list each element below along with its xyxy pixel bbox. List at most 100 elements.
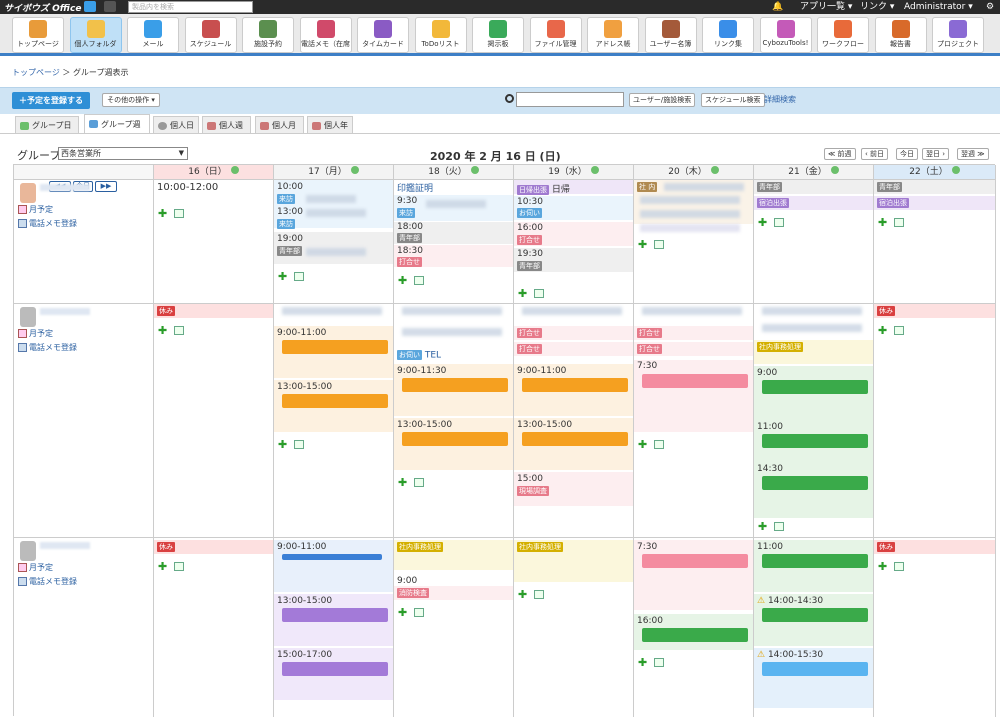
user-search-button[interactable]: ユーザー/施設検索 bbox=[629, 93, 696, 107]
tab-personal-year[interactable]: 個人年 bbox=[307, 116, 353, 134]
app-1[interactable]: トップページ bbox=[12, 17, 64, 53]
schedule-time[interactable]: 13:00-15:00 bbox=[277, 596, 332, 606]
schedule-time[interactable]: 7:30 bbox=[637, 542, 657, 552]
schedule-time[interactable]: 14:00-15:30 bbox=[768, 650, 823, 660]
day-cell[interactable]: 休み ✚ bbox=[874, 304, 996, 537]
app-12[interactable]: ユーザー名簿 bbox=[644, 17, 697, 53]
day-cell[interactable]: 休み ✚ bbox=[154, 304, 274, 537]
add-schedule-icon[interactable] bbox=[470, 166, 479, 174]
app-13[interactable]: リンク集 bbox=[702, 17, 754, 53]
day-header[interactable]: 20（木） bbox=[634, 165, 754, 180]
day-cell[interactable]: 日帰出張 日帰 10:30 お伺い 16:00 打合せ 19:30 青年部 ✚ bbox=[514, 180, 634, 303]
schedule-bar[interactable] bbox=[522, 378, 628, 392]
add-icon[interactable]: ✚ bbox=[158, 324, 167, 337]
breadcrumb-home[interactable]: トップページ bbox=[12, 68, 60, 77]
day-cell[interactable]: お伺い TEL 9:00-11:30 13:00-15:00 ✚ bbox=[394, 304, 514, 537]
add-icon[interactable]: ✚ bbox=[878, 324, 887, 337]
add-multi-icon[interactable] bbox=[174, 326, 184, 335]
day-cell[interactable]: 9:00-11:00 13:00-15:00 15:00-17:00 bbox=[274, 538, 394, 717]
detail-search-link[interactable]: 詳細検索 bbox=[764, 94, 796, 105]
add-icon[interactable]: ✚ bbox=[638, 656, 647, 669]
schedule-time[interactable]: 10:00 bbox=[277, 182, 303, 192]
schedule-bar[interactable] bbox=[282, 662, 388, 676]
tab-personal-month[interactable]: 個人月 bbox=[255, 116, 304, 134]
app-3[interactable]: メール bbox=[127, 17, 179, 53]
schedule-time[interactable]: 16:00 bbox=[517, 223, 543, 233]
add-icon[interactable]: ✚ bbox=[638, 238, 647, 251]
day-header[interactable]: 17（月） bbox=[274, 165, 394, 180]
add-icon[interactable]: ✚ bbox=[158, 560, 167, 573]
product-search-input[interactable]: 製品内を検索 bbox=[128, 1, 253, 13]
schedule-bar[interactable] bbox=[762, 662, 868, 676]
app-10[interactable]: ファイル管理 bbox=[529, 17, 582, 53]
schedule-time[interactable]: 11:00 bbox=[757, 422, 783, 432]
day-cell[interactable]: 10:00 来訪 13:00 来訪 19:00 青年部 ✚ bbox=[274, 180, 394, 303]
register-schedule-button[interactable]: ＋予定を登録する bbox=[12, 92, 90, 109]
schedule-time[interactable]: 7:30 bbox=[637, 361, 657, 371]
schedule-time[interactable]: 9:00 bbox=[397, 576, 417, 586]
schedule-bar[interactable] bbox=[282, 394, 388, 408]
add-icon[interactable]: ✚ bbox=[518, 588, 527, 601]
add-icon[interactable]: ✚ bbox=[278, 270, 287, 283]
tab-personal-week[interactable]: 個人週 bbox=[202, 116, 251, 134]
schedule-bar[interactable] bbox=[402, 378, 508, 392]
schedule-time[interactable]: 11:00 bbox=[757, 542, 783, 552]
app-17[interactable]: プロジェクト bbox=[932, 17, 984, 53]
schedule-time[interactable]: 9:00-11:00 bbox=[277, 542, 326, 552]
add-schedule-icon[interactable] bbox=[350, 166, 359, 174]
schedule-time[interactable]: 16:00 bbox=[637, 616, 663, 626]
schedule-bar[interactable] bbox=[762, 434, 868, 448]
other-operations-button[interactable]: その他の操作 ▾ bbox=[102, 93, 160, 107]
day-cell[interactable]: 社内事務処理 ✚ bbox=[514, 538, 634, 717]
app-4[interactable]: スケジュール bbox=[184, 17, 237, 53]
app-11[interactable]: アドレス帳 bbox=[587, 17, 639, 53]
schedule-bar[interactable] bbox=[762, 608, 868, 622]
add-schedule-icon[interactable] bbox=[710, 166, 719, 174]
add-icon[interactable]: ✚ bbox=[398, 274, 407, 287]
add-multi-icon[interactable] bbox=[174, 562, 184, 571]
app-icon[interactable] bbox=[84, 1, 96, 12]
add-icon[interactable]: ✚ bbox=[758, 216, 767, 229]
next-day-button[interactable]: 翌日 › bbox=[922, 148, 950, 160]
app-7[interactable]: タイムカード bbox=[357, 17, 409, 53]
add-schedule-icon[interactable] bbox=[230, 166, 239, 174]
day-cell[interactable]: 10:00-12:00 ✚ bbox=[154, 180, 274, 303]
add-multi-icon[interactable] bbox=[414, 608, 424, 617]
month-schedule-link[interactable]: 月予定 bbox=[18, 204, 53, 215]
add-icon[interactable]: ✚ bbox=[278, 438, 287, 451]
gear-icon[interactable]: ⚙ bbox=[986, 1, 994, 13]
add-multi-icon[interactable] bbox=[534, 289, 544, 298]
app-8[interactable]: ToDoリスト bbox=[414, 17, 467, 53]
day-header[interactable]: 22（土） bbox=[874, 165, 996, 180]
tab-group-day[interactable]: グループ日 bbox=[15, 116, 79, 134]
add-multi-icon[interactable] bbox=[414, 276, 424, 285]
schedule-bar[interactable] bbox=[642, 628, 748, 642]
day-cell[interactable]: 青年部 宿泊出張 ✚ bbox=[874, 180, 996, 303]
day-header[interactable]: 19（水） bbox=[514, 165, 634, 180]
day-cell[interactable]: 7:30 16:00 ✚ bbox=[634, 538, 754, 717]
day-cell[interactable]: 休み ✚ bbox=[154, 538, 274, 717]
day-header[interactable]: 21（金） bbox=[754, 165, 874, 180]
schedule-bar[interactable] bbox=[282, 340, 388, 354]
day-cell[interactable]: 青年部 宿泊出張 ✚ bbox=[754, 180, 874, 303]
app-5[interactable]: 施設予約 bbox=[242, 17, 294, 53]
user-menu[interactable]: Administrator ▾ bbox=[904, 1, 973, 13]
add-multi-icon[interactable] bbox=[774, 218, 784, 227]
schedule-time[interactable]: 9:00-11:00 bbox=[277, 328, 326, 338]
day-cell[interactable]: 社内事務処理 9:00 11:00 14:30 ✚ bbox=[754, 304, 874, 537]
add-schedule-icon[interactable] bbox=[590, 166, 599, 174]
day-cell[interactable]: 11:00 ⚠ 14:00-14:30 ⚠ 14:00-15:30 bbox=[754, 538, 874, 717]
add-icon[interactable]: ✚ bbox=[158, 207, 167, 220]
add-icon[interactable]: ✚ bbox=[878, 216, 887, 229]
next-week-button[interactable]: 翌週 ≫ bbox=[957, 148, 989, 160]
day-cell[interactable]: 社内事務処理 9:00 消防検査 ✚ bbox=[394, 538, 514, 717]
schedule-search-button[interactable]: スケジュール検索 bbox=[701, 93, 765, 107]
add-schedule-icon[interactable] bbox=[951, 166, 960, 174]
app-9[interactable]: 掲示板 bbox=[472, 17, 524, 53]
schedule-time[interactable]: 18:30 bbox=[397, 246, 423, 256]
add-multi-icon[interactable] bbox=[654, 240, 664, 249]
apps-menu[interactable]: アプリ一覧 ▾ bbox=[800, 1, 852, 13]
prev-day-button[interactable]: ‹ 前日 bbox=[861, 148, 889, 160]
day-cell[interactable]: 社 内 ✚ bbox=[634, 180, 754, 303]
schedule-time[interactable]: 13:00-15:00 bbox=[397, 420, 452, 430]
